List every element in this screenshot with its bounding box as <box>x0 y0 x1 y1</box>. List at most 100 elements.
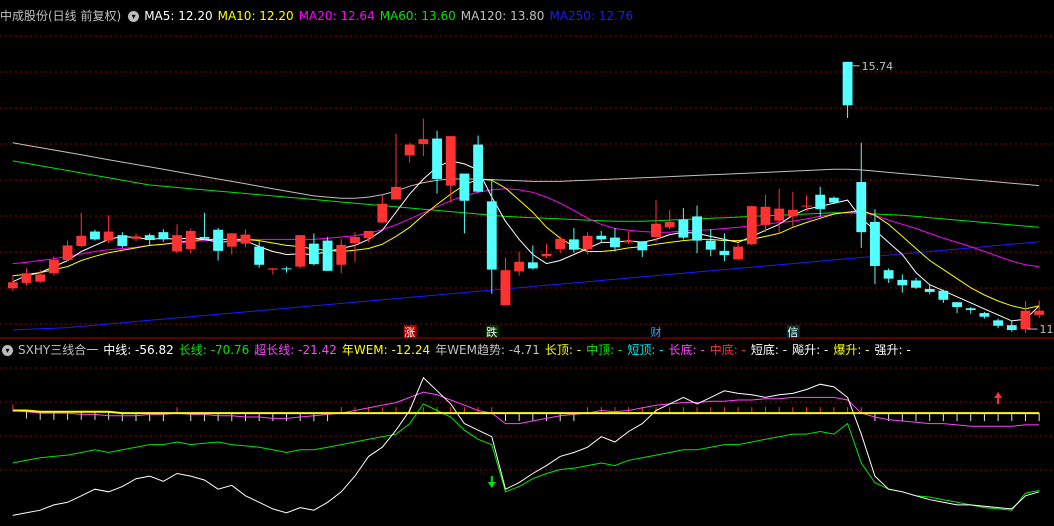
candle-down <box>254 246 265 265</box>
candle-up <box>664 221 675 228</box>
candle-down <box>610 237 620 248</box>
indicator-label-5: 长顶: - <box>544 343 582 357</box>
candle-up <box>801 205 812 207</box>
indicator-superlong-line <box>12 391 1040 427</box>
ma250-line <box>12 241 1040 331</box>
candle-down <box>144 235 155 241</box>
candle-down <box>692 216 702 241</box>
high-price-label: 15.74 <box>862 60 894 73</box>
candle-down <box>952 302 962 308</box>
candle-down <box>596 235 607 240</box>
indicator-header: ▾ SXHY三线合一 中线: -56.82 长线: -70.76 超长线: -21.42… <box>0 341 921 359</box>
candle-down <box>486 201 497 270</box>
candle-up <box>760 206 771 225</box>
candle-down <box>459 173 470 201</box>
ma10-line <box>12 178 1040 310</box>
ma-label-1: MA10: 12.20 <box>217 9 294 23</box>
candle-down <box>117 235 128 247</box>
indicator-mid-line <box>12 376 1040 516</box>
candle-up <box>62 245 73 260</box>
indicator-label-6: 中顶: - <box>586 343 623 357</box>
candle-down <box>938 290 949 300</box>
candle-up <box>541 253 552 257</box>
candle-down <box>856 182 867 233</box>
event-marker-57: 信 <box>787 326 798 339</box>
candle-up <box>295 235 306 267</box>
candle-up <box>131 236 141 239</box>
candle-down <box>473 144 484 192</box>
candle-up <box>377 203 388 223</box>
ma-label-2: MA20: 12.64 <box>298 9 375 23</box>
candle-down <box>911 280 921 288</box>
candle-up <box>445 136 456 186</box>
candle-up <box>21 273 32 283</box>
indicator-legend: 中线: -56.82 长线: -70.76 超长线: -21.42 年WEM: -12… <box>103 343 916 357</box>
candle-down <box>1006 325 1017 330</box>
candle-down <box>213 229 224 251</box>
indicator-label-1: 长线: -70.76 <box>178 343 250 357</box>
indicator-label-2: 超长线: -21.42 <box>254 343 337 357</box>
candle-down <box>965 308 976 311</box>
candle-up <box>500 270 511 306</box>
candle-down <box>281 268 292 270</box>
candle-up <box>172 235 182 252</box>
candle-down <box>924 288 935 292</box>
candle-down <box>842 61 853 106</box>
indicator-label-9: 中底: - <box>709 343 746 357</box>
candle-up <box>1034 310 1045 315</box>
candle-down <box>719 250 730 256</box>
candle-down <box>870 221 880 266</box>
candle-up <box>48 259 59 274</box>
indicator-label-0: 中线: -56.82 <box>103 343 174 357</box>
indicator-label-13: 强升: - <box>874 343 911 357</box>
indicator-wem-line <box>12 409 1040 415</box>
candle-down <box>815 194 826 210</box>
candle-up <box>76 235 87 247</box>
candle-up <box>787 209 798 217</box>
indicator-label-8: 长底: - <box>668 343 705 357</box>
candle-down <box>993 320 1004 326</box>
candle-up <box>240 234 251 244</box>
candle-up <box>7 282 18 289</box>
indicator-settings-icon[interactable]: ▾ <box>2 345 13 356</box>
candle-up <box>35 274 46 282</box>
candle-up <box>226 233 237 247</box>
candle-down <box>883 270 894 279</box>
down-arrow-icon <box>487 482 496 488</box>
indicator-title[interactable]: SXHY三线合一 <box>18 343 98 357</box>
main-chart-header: 中成股份(日线 前复权) ▾ MA5: 12.20 MA10: 12.20 MA20: … <box>0 7 643 25</box>
event-marker-47: 财 <box>651 325 662 339</box>
chart-stage: 15.74 11.71 涨 跌 财 信 <box>0 35 1054 516</box>
ma60-line <box>12 160 1040 228</box>
candle-down <box>979 313 990 317</box>
candle-up <box>103 231 114 241</box>
ma-label-3: MA60: 13.60 <box>379 9 456 23</box>
candle-down <box>322 240 333 271</box>
indicator-label-4: 年WEM趋势: -4.71 <box>435 343 540 357</box>
candle-up <box>404 144 415 156</box>
candle-up <box>555 238 566 250</box>
stock-title[interactable]: 中成股份(日线 前复权) <box>0 9 121 23</box>
candle-down <box>90 231 100 240</box>
candle-down <box>678 219 689 238</box>
candle-up <box>774 208 785 221</box>
low-price-label: 11.71 <box>1039 323 1054 336</box>
event-marker-35: 跌 <box>486 325 497 339</box>
candle-down <box>828 197 839 203</box>
candle-down <box>527 262 538 269</box>
candle-up <box>651 223 661 237</box>
indicator-label-7: 短顶: - <box>627 343 664 357</box>
event-marker-29: 涨 <box>404 326 415 339</box>
settings-circle-icon[interactable]: ▾ <box>128 11 140 22</box>
indicator-label-12: 爆升: - <box>833 343 870 357</box>
candle-down <box>897 279 908 286</box>
ma-label-4: MA120: 13.80 <box>460 9 545 23</box>
candle-up <box>733 246 744 260</box>
candle-up <box>391 186 401 200</box>
candle-down <box>199 236 210 239</box>
candle-up <box>514 261 525 272</box>
ma-label-0: MA5: 12.20 <box>144 9 213 23</box>
indicator-long-line <box>12 403 1040 511</box>
candle-down <box>568 239 579 250</box>
candle-down <box>705 240 716 250</box>
